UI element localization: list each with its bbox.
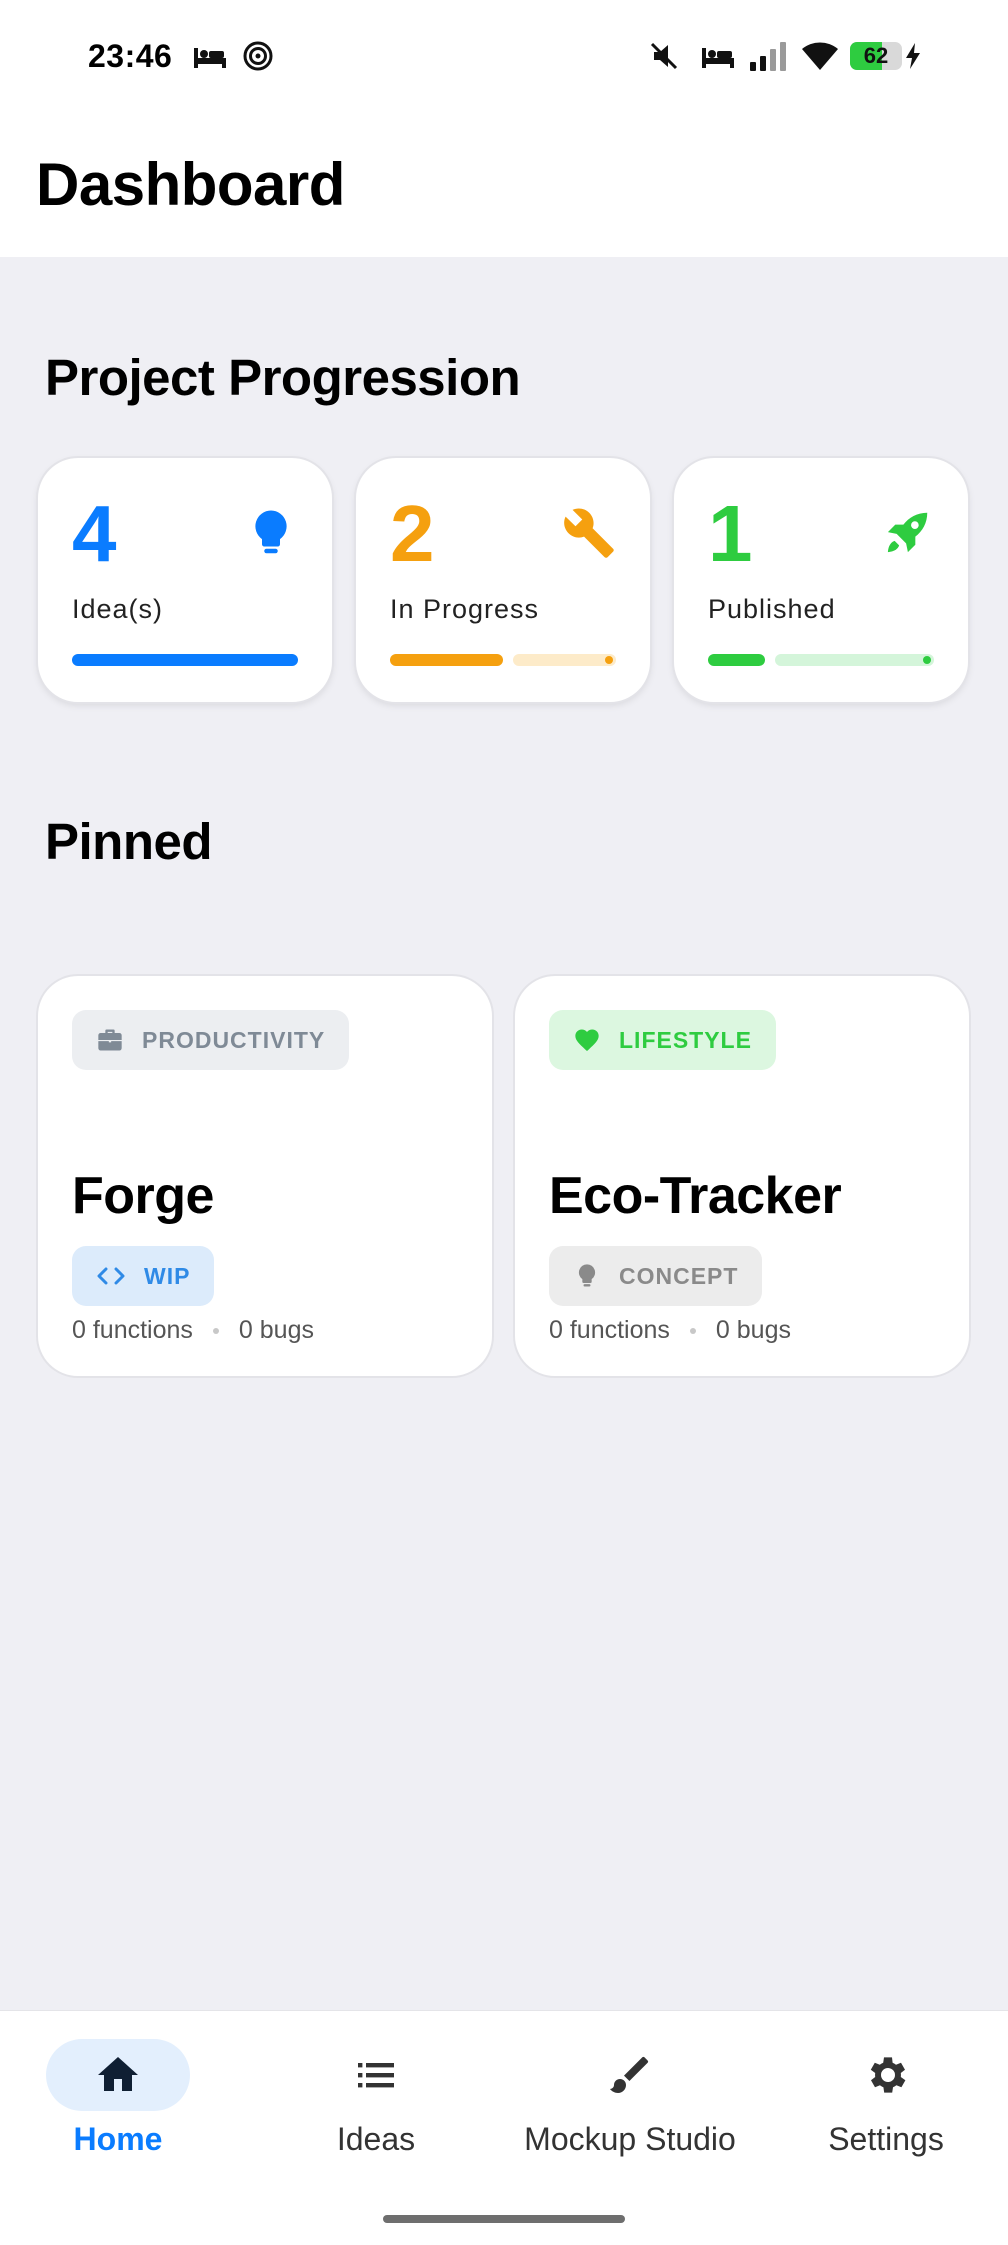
signal-icon xyxy=(748,40,788,72)
briefcase-icon xyxy=(96,1026,124,1054)
project-meta: 0 functions 0 bugs xyxy=(549,1316,791,1345)
nav-label: Home xyxy=(73,2121,163,2157)
sleep-icon xyxy=(192,44,226,70)
project-name: Forge xyxy=(72,1167,214,1225)
category-chip: LIFESTYLE xyxy=(549,1010,776,1070)
meta-separator xyxy=(212,1327,219,1334)
progress-end-dot xyxy=(605,656,613,664)
bottom-navigation: Home Ideas Mockup Studio Settings xyxy=(0,2010,1008,2245)
focus-mode-icon xyxy=(242,40,274,72)
home-icon xyxy=(94,2051,142,2099)
battery-indicator: 62 xyxy=(850,42,902,70)
brush-icon xyxy=(606,2051,654,2099)
pinned-project-card[interactable]: PRODUCTIVITY Forge WIP 0 functions 0 bug… xyxy=(38,976,492,1376)
stat-card-ideas[interactable]: 4 Idea(s) xyxy=(38,458,332,702)
nav-label: Ideas xyxy=(336,2121,416,2157)
nav-label: Mockup Studio xyxy=(524,2121,736,2157)
gear-icon xyxy=(862,2051,910,2099)
stat-count: 4 xyxy=(72,489,117,578)
status-label: CONCEPT xyxy=(619,1262,739,1289)
progress-end-dot xyxy=(923,656,931,664)
nav-item-mockup-studio[interactable]: Mockup Studio xyxy=(510,2011,750,2191)
rocket-icon xyxy=(880,506,934,560)
stat-card-in-progress[interactable]: 2 In Progress xyxy=(356,458,650,702)
functions-count: 0 functions xyxy=(72,1316,193,1344)
wrench-icon xyxy=(562,506,616,560)
status-chip: WIP xyxy=(72,1246,215,1306)
nav-label: Settings xyxy=(828,2121,944,2157)
stat-count: 2 xyxy=(390,489,435,578)
wifi-icon xyxy=(800,38,840,72)
app-header: Dashboard xyxy=(0,112,1008,257)
meta-separator xyxy=(689,1327,696,1334)
page-title: Dashboard xyxy=(36,151,345,218)
progress-fill xyxy=(390,654,503,666)
pinned-title: Pinned xyxy=(45,813,213,870)
nav-item-home[interactable]: Home xyxy=(0,2011,236,2191)
project-name: Eco-Tracker xyxy=(549,1167,842,1225)
category-chip: PRODUCTIVITY xyxy=(72,1010,350,1070)
status-time: 23:46 xyxy=(88,38,173,74)
mute-icon xyxy=(648,40,680,72)
heart-icon xyxy=(573,1026,601,1054)
stat-label: In Progress xyxy=(390,594,540,624)
project-meta: 0 functions 0 bugs xyxy=(72,1316,314,1345)
charging-icon xyxy=(904,42,922,70)
bugs-count: 0 bugs xyxy=(715,1316,791,1344)
stat-card-published[interactable]: 1 Published xyxy=(674,458,968,702)
status-label: WIP xyxy=(144,1262,191,1289)
functions-count: 0 functions xyxy=(549,1316,670,1344)
progress-track xyxy=(513,654,616,666)
stat-count: 1 xyxy=(708,489,753,578)
status-bar: 23:46 62 xyxy=(0,0,1008,112)
progress-track xyxy=(775,654,934,666)
battery-level: 62 xyxy=(863,43,889,68)
list-icon xyxy=(352,2051,400,2099)
bugs-count: 0 bugs xyxy=(238,1316,314,1344)
status-chip: CONCEPT xyxy=(549,1246,763,1306)
stat-label: Idea(s) xyxy=(72,594,164,624)
nav-item-ideas[interactable]: Ideas xyxy=(266,2011,486,2191)
progression-title: Project Progression xyxy=(45,349,521,406)
nav-item-settings[interactable]: Settings xyxy=(776,2011,996,2191)
category-label: PRODUCTIVITY xyxy=(142,1026,326,1053)
lightbulb-icon xyxy=(244,506,298,560)
lightbulb-icon xyxy=(573,1262,601,1290)
progress-fill xyxy=(708,654,765,666)
stat-label: Published xyxy=(708,594,836,624)
code-icon xyxy=(96,1264,126,1288)
progress-fill xyxy=(72,654,298,666)
pinned-project-card[interactable]: LIFESTYLE Eco-Tracker CONCEPT 0 function… xyxy=(515,976,969,1376)
sleep-icon xyxy=(700,44,734,70)
category-label: LIFESTYLE xyxy=(619,1026,752,1053)
home-indicator xyxy=(383,2215,625,2223)
